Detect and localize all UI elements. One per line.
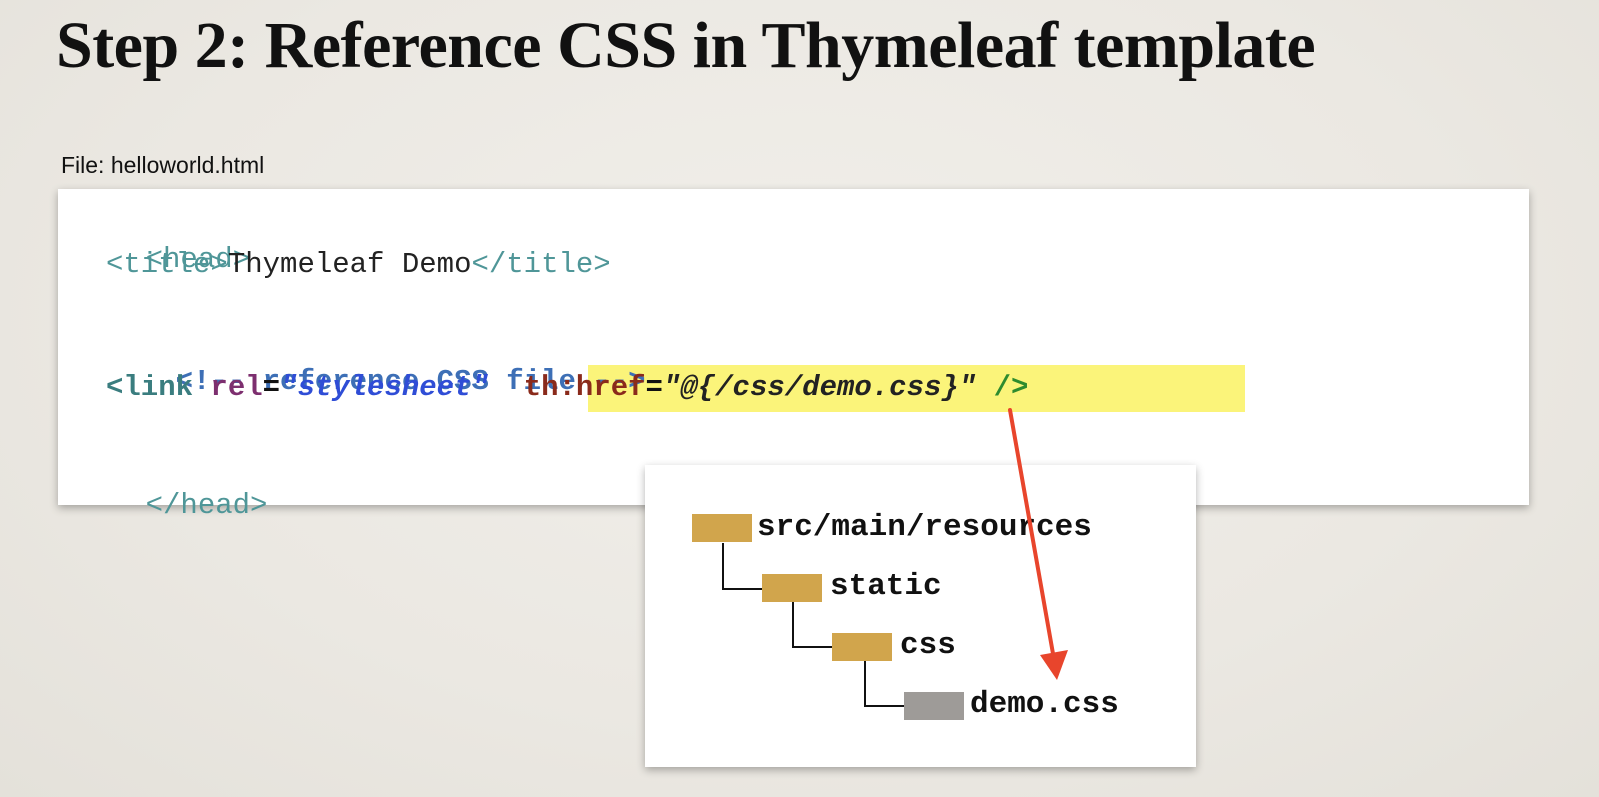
- folder-icon: [832, 633, 892, 661]
- title-close-tag: </title>: [471, 248, 611, 281]
- tree-item-resources: src/main/resources: [757, 510, 1092, 545]
- code-block: <head> <title>Thymeleaf Demo</title> <!-…: [0, 0, 1028, 522]
- tree-connector-css: [792, 601, 834, 648]
- link-open-tag: <link: [106, 371, 194, 404]
- folder-icon: [692, 514, 752, 542]
- head-close-tag: </head>: [145, 489, 268, 522]
- tree-item-static: static: [830, 569, 942, 604]
- tree-connector-file: [864, 660, 908, 707]
- code-line-link: <link rel="stylesheet" th:href="@{/css/d…: [106, 370, 1028, 406]
- title-text: Thymeleaf Demo: [227, 248, 472, 281]
- code-line-head-open: <head>: [76, 206, 250, 276]
- link-self-close: />: [993, 371, 1029, 404]
- rel-equals: =: [262, 371, 281, 404]
- code-line-title: <title>Thymeleaf Demo</title>: [106, 247, 611, 283]
- title-open-tag: <title>: [106, 248, 228, 281]
- tree-connector-static: [722, 543, 764, 590]
- th-href-equals: =: [645, 371, 663, 404]
- tree-item-css: css: [900, 628, 956, 663]
- slide-title: Step 2: Reference CSS in Thymeleaf templ…: [56, 9, 1316, 82]
- file-icon: [904, 692, 964, 720]
- file-label: File: helloworld.html: [61, 152, 265, 178]
- code-line-comment: <!-- reference CSS file -->: [106, 328, 646, 398]
- rel-value: "stylesheet": [280, 371, 489, 404]
- code-line-head-close: </head>: [76, 452, 268, 522]
- th-href-attribute: th:href: [523, 371, 646, 404]
- rel-attribute: rel: [210, 371, 263, 404]
- th-href-value: "@{/css/demo.css}": [662, 371, 977, 404]
- tree-item-demo-css: demo.css: [970, 687, 1119, 722]
- folder-icon: [762, 574, 822, 602]
